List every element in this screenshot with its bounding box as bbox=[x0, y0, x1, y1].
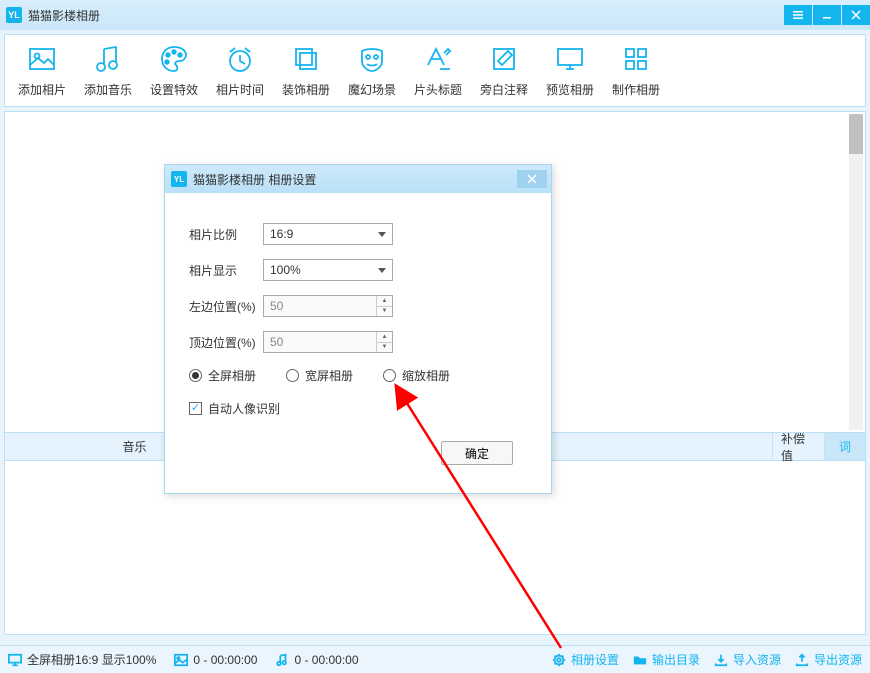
tool-label: 添加相片 bbox=[18, 81, 66, 98]
clock-icon bbox=[224, 43, 256, 75]
top-pos-label: 顶边位置(%) bbox=[189, 334, 263, 351]
scroll-thumb[interactable] bbox=[849, 114, 863, 154]
tool-magic-scene[interactable]: 魔幻场景 bbox=[339, 43, 405, 98]
close-button[interactable] bbox=[842, 5, 870, 25]
window-controls bbox=[783, 5, 870, 25]
chevron-down-icon bbox=[378, 268, 386, 273]
gear-icon bbox=[552, 653, 566, 667]
edit-icon bbox=[488, 43, 520, 75]
album-setting-link[interactable]: 相册设置 bbox=[552, 651, 619, 668]
tool-add-music[interactable]: 添加音乐 bbox=[75, 43, 141, 98]
auto-face-checkbox-row[interactable]: 自动人像识别 bbox=[189, 400, 527, 417]
spin-down[interactable]: ▼ bbox=[377, 307, 392, 317]
status-photo-count: 0 - 00:00:00 bbox=[174, 653, 257, 667]
title-icon bbox=[422, 43, 454, 75]
radio-icon bbox=[189, 369, 202, 382]
spinner-buttons: ▲▼ bbox=[376, 296, 392, 316]
music-icon bbox=[92, 43, 124, 75]
left-pos-label: 左边位置(%) bbox=[189, 298, 263, 315]
minimize-button[interactable] bbox=[813, 5, 841, 25]
tool-photo-time[interactable]: 相片时间 bbox=[207, 43, 273, 98]
grid-icon bbox=[620, 43, 652, 75]
radio-fullscreen[interactable]: 全屏相册 bbox=[189, 367, 256, 384]
tool-label: 预览相册 bbox=[546, 81, 594, 98]
titlebar: YL 猫猫影楼相册 bbox=[0, 0, 870, 30]
app-title: 猫猫影楼相册 bbox=[28, 7, 100, 24]
chevron-down-icon bbox=[378, 232, 386, 237]
export-resource-link[interactable]: 导出资源 bbox=[795, 651, 862, 668]
mask-icon bbox=[356, 43, 388, 75]
tool-label: 设置特效 bbox=[150, 81, 198, 98]
dialog-body: 相片比例 16:9 相片显示 100% 左边位置(%) 50 ▲▼ 顶边位置(%… bbox=[165, 193, 551, 493]
status-music-count: 0 - 00:00:00 bbox=[275, 653, 358, 667]
tool-label: 魔幻场景 bbox=[348, 81, 396, 98]
tool-decorate[interactable]: 装饰相册 bbox=[273, 43, 339, 98]
image-icon bbox=[174, 653, 188, 667]
import-resource-link[interactable]: 导入资源 bbox=[714, 651, 781, 668]
tool-set-effect[interactable]: 设置特效 bbox=[141, 43, 207, 98]
music-icon bbox=[275, 653, 289, 667]
display-select[interactable]: 100% bbox=[263, 259, 393, 281]
app-icon: YL bbox=[6, 7, 22, 23]
copy-icon bbox=[290, 43, 322, 75]
ok-button[interactable]: 确定 bbox=[441, 441, 513, 465]
spinner-buttons: ▲▼ bbox=[376, 332, 392, 352]
dialog-footer: 确定 bbox=[189, 441, 527, 479]
status-display-mode: 全屏相册16:9 显示100% bbox=[8, 651, 156, 668]
radio-widescreen[interactable]: 宽屏相册 bbox=[286, 367, 353, 384]
col-offset[interactable]: 补偿值 bbox=[773, 433, 825, 460]
spin-down[interactable]: ▼ bbox=[377, 343, 392, 353]
album-mode-radio-group: 全屏相册 宽屏相册 缩放相册 bbox=[189, 367, 527, 384]
radio-zoom[interactable]: 缩放相册 bbox=[383, 367, 450, 384]
menu-button[interactable] bbox=[784, 5, 812, 25]
display-label: 相片显示 bbox=[189, 262, 263, 279]
vertical-scrollbar[interactable] bbox=[849, 114, 863, 430]
tool-head-title[interactable]: 片头标题 bbox=[405, 43, 471, 98]
dialog-close-button[interactable] bbox=[517, 170, 547, 188]
spin-up[interactable]: ▲ bbox=[377, 296, 392, 307]
dialog-app-icon: YL bbox=[171, 171, 187, 187]
main-toolbar: 添加相片 添加音乐 设置特效 相片时间 装饰相册 魔幻场景 片头标题 旁白注释 … bbox=[4, 34, 866, 107]
col-word[interactable]: 词 bbox=[825, 433, 865, 460]
tool-add-photo[interactable]: 添加相片 bbox=[9, 43, 75, 98]
dialog-titlebar[interactable]: YL 猫猫影楼相册 相册设置 bbox=[165, 165, 551, 193]
tool-label: 相片时间 bbox=[216, 81, 264, 98]
folder-icon bbox=[633, 653, 647, 667]
tool-preview[interactable]: 预览相册 bbox=[537, 43, 603, 98]
radio-icon bbox=[383, 369, 396, 382]
top-pos-spinner[interactable]: 50 ▲▼ bbox=[263, 331, 393, 353]
monitor-icon bbox=[8, 653, 22, 667]
tool-label: 制作相册 bbox=[612, 81, 660, 98]
radio-icon bbox=[286, 369, 299, 382]
ratio-label: 相片比例 bbox=[189, 226, 263, 243]
checkbox-icon bbox=[189, 402, 202, 415]
tool-label: 旁白注释 bbox=[480, 81, 528, 98]
album-settings-dialog: YL 猫猫影楼相册 相册设置 相片比例 16:9 相片显示 100% 左边位置(… bbox=[164, 164, 552, 494]
output-dir-link[interactable]: 输出目录 bbox=[633, 651, 700, 668]
tool-label: 片头标题 bbox=[414, 81, 462, 98]
ratio-select[interactable]: 16:9 bbox=[263, 223, 393, 245]
import-icon bbox=[714, 653, 728, 667]
monitor-icon bbox=[554, 43, 586, 75]
export-icon bbox=[795, 653, 809, 667]
tool-make[interactable]: 制作相册 bbox=[603, 43, 669, 98]
close-icon bbox=[527, 174, 537, 184]
palette-icon bbox=[158, 43, 190, 75]
left-pos-spinner[interactable]: 50 ▲▼ bbox=[263, 295, 393, 317]
dialog-title-text: 猫猫影楼相册 相册设置 bbox=[193, 171, 316, 188]
status-bar: 全屏相册16:9 显示100% 0 - 00:00:00 0 - 00:00:0… bbox=[0, 645, 870, 673]
spin-up[interactable]: ▲ bbox=[377, 332, 392, 343]
tool-narration[interactable]: 旁白注释 bbox=[471, 43, 537, 98]
tool-label: 添加音乐 bbox=[84, 81, 132, 98]
tool-label: 装饰相册 bbox=[282, 81, 330, 98]
image-icon bbox=[26, 43, 58, 75]
